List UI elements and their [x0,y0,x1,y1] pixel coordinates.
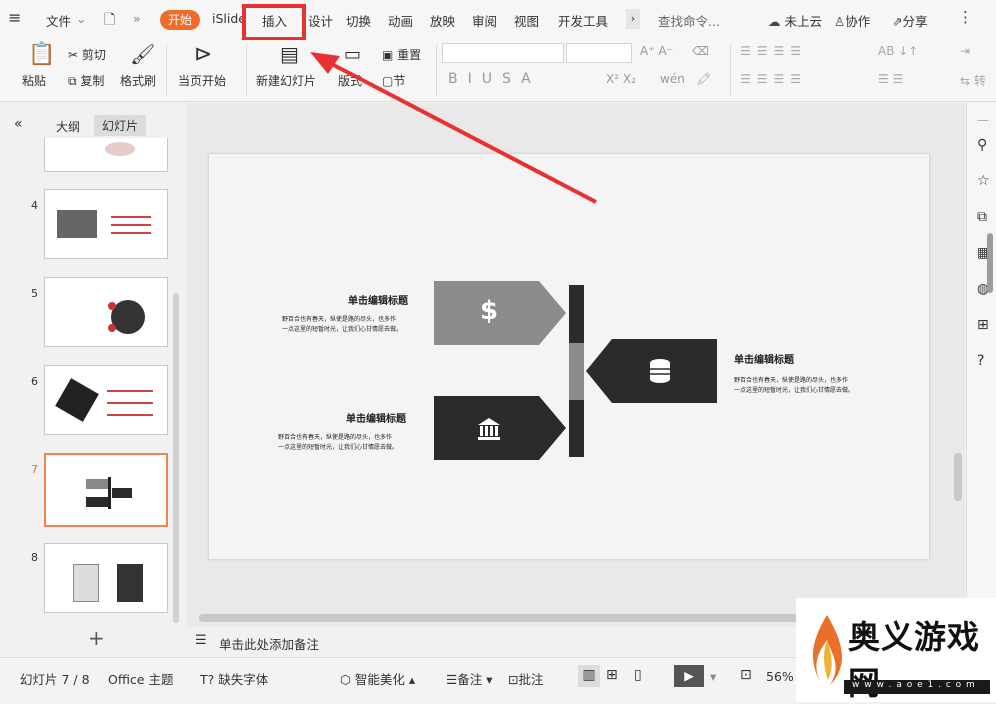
notes-placeholder[interactable]: 单击此处添加备注 [219,634,319,653]
dollar-arrow-shape [434,281,566,345]
slide-desc-3a[interactable]: 野百合也有春天，纵使是路的尽头，也多作 [734,376,848,386]
slide-desc-1a[interactable]: 野百合也有春天，纵使是路的尽头，也多作 [282,315,396,325]
dollar-icon: $ [480,296,499,326]
slide-desc-2a[interactable]: 野百合也有春天，纵使是路的尽头，也多作 [278,433,392,443]
help-icon[interactable]: ? [977,353,984,369]
right-scroll-indicator[interactable] [987,233,993,293]
chevron-down-icon[interactable]: ▾ [710,669,716,684]
zoom-level[interactable]: 56% [766,669,794,684]
slide-desc-3b[interactable]: 一点这里的短暂时光，让我们心甘情愿去做。 [734,386,854,396]
right-toolbar: — ⚲ ☆ ⧉ ▦ ◍ ⊞ ? [966,103,996,657]
missing-font-label: 缺失字体 [218,672,269,687]
watermark: 奥义游戏网 w w w . a o e 1 . c o m [796,598,996,702]
slide-desc-2b[interactable]: 一点这里的短暂时光，让我们心甘情愿去做。 [278,443,398,453]
font-icon: T? [200,672,215,687]
cube-icon: ⬡ [340,672,351,687]
notes-toggle[interactable]: ☰备注 ▾ [446,669,492,688]
star-icon[interactable]: ☆ [977,173,990,189]
collapse-icon[interactable]: — [977,113,989,127]
flame-logo-icon [812,615,842,685]
play-button[interactable]: ▶ [674,665,704,687]
slide-graphics [310,52,717,460]
coins-icon [650,359,670,383]
missing-font-button[interactable]: T? 缺失字体 [200,669,268,688]
comment-button[interactable]: ⊡批注 [508,669,544,688]
grid-view-icon[interactable]: ⊞ [606,667,618,683]
notes-icon: ☰ [446,672,458,687]
slide-counter: 幻灯片 7 / 8 [20,672,90,687]
annotation-arrow-line [323,58,597,204]
beautify-label: 智能美化 [354,672,405,687]
notes-icon: ☰ [195,633,207,648]
comment-icon: ⊡ [508,672,519,687]
copy-icon[interactable]: ⧉ [977,209,987,225]
slide-desc-1b[interactable]: 一点这里的短暂时光，让我们心甘情愿去做。 [282,325,402,335]
notes-toggle-label: 备注 [457,672,483,687]
slide-title-1[interactable]: 单击编辑标题 [348,292,408,307]
bank-arrow-shape [434,396,566,460]
beautify-button[interactable]: ⬡ 智能美化 ▴ [340,669,415,688]
theme-name[interactable]: Office 主题 [108,669,173,688]
center-bar-mid [569,343,584,400]
comment-label: 批注 [518,672,544,687]
slide-title-3[interactable]: 单击编辑标题 [734,351,794,366]
settings-icon[interactable]: ⚲ [977,137,987,153]
annotation-arrow-head [310,52,340,74]
book-icon[interactable]: ⊞ [977,317,989,333]
fit-icon[interactable]: ⊡ [740,667,752,683]
watermark-url: w w w . a o e 1 . c o m [852,680,976,690]
notes-area[interactable]: ☰ 单击此处添加备注 [187,627,797,657]
slide-title-2[interactable]: 单击编辑标题 [346,410,406,425]
normal-view-icon[interactable]: ▥ [578,665,600,687]
reading-view-icon[interactable]: ▯ [634,667,642,683]
